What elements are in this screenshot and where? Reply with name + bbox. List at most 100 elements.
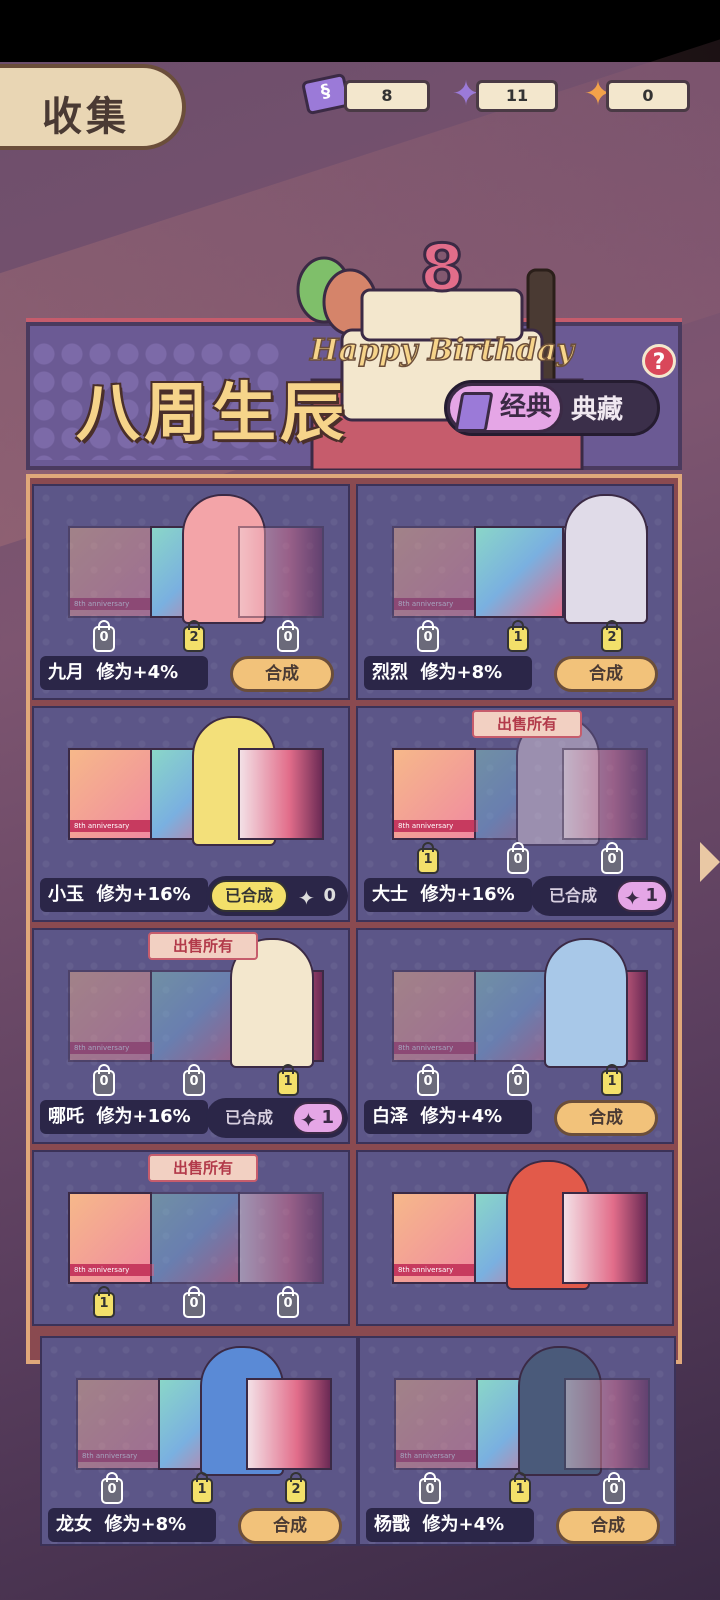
bonus-text: 修为+4% [420, 1106, 503, 1127]
collection-card[interactable]: 8th anniversary 出售所有 0 0 1 哪吒 修为+16% 已合成… [32, 928, 350, 1144]
composed-status: 已合成 ✦ 1 [530, 876, 672, 916]
compose-button[interactable]: 合成 [238, 1508, 342, 1544]
puzzle-piece-2 [150, 494, 266, 624]
puzzle-piece-3 [562, 748, 648, 840]
lock-icon: 1 [93, 1286, 115, 1318]
compose-button[interactable]: 合成 [554, 656, 658, 692]
help-button[interactable]: ? [642, 344, 676, 378]
next-page-arrow-icon[interactable] [700, 842, 720, 882]
card-name: 哪吒 修为+16% [40, 1100, 208, 1134]
card-name: 烈烈 修为+8% [364, 656, 532, 690]
sell-all-button[interactable]: 出售所有 [148, 1154, 258, 1182]
puzzle-piece-3 [544, 938, 648, 1068]
anniversary-strip: 8th anniversary [70, 820, 154, 832]
lock-icon: 1 [417, 842, 439, 874]
piece-count[interactable]: ✦ 1 [616, 880, 668, 912]
puzzle-icon: ✦ [624, 886, 641, 910]
puzzle-piece-3 [238, 748, 324, 840]
puzzle-piece-1: 8th anniversary [68, 1192, 154, 1284]
puzzle-piece-3 [230, 938, 324, 1068]
piece-counter: 0 [100, 1472, 124, 1504]
puzzle-piece-2 [150, 970, 240, 1062]
sell-all-button[interactable]: 出售所有 [472, 710, 582, 738]
puzzle-piece-1: 8th anniversary [392, 526, 478, 618]
piece-counter: 0 [182, 1286, 206, 1318]
piece-counter: 0 [92, 1064, 116, 1096]
character-name: 白泽 [372, 1106, 408, 1127]
lock-icon: 2 [183, 620, 205, 652]
lock-icon: 1 [601, 1064, 623, 1096]
compose-button[interactable]: 合成 [556, 1508, 660, 1544]
puzzle-piece-3 [562, 494, 648, 624]
puzzle-piece-1: 8th anniversary [394, 1378, 480, 1470]
piece-counter: 1 [600, 1064, 624, 1096]
cake-number-text: 8 [420, 232, 465, 306]
lock-icon: 0 [601, 842, 623, 874]
lock-icon: 0 [93, 1064, 115, 1096]
card-name: 龙女 修为+8% [48, 1508, 216, 1542]
anniversary-strip: 8th anniversary [78, 1450, 162, 1462]
piece-counter: 1 [92, 1286, 116, 1318]
collection-card[interactable]: 8th anniversary 0 1 2 龙女 修为+8% 合成 [40, 1336, 358, 1546]
lock-icon: 1 [507, 620, 529, 652]
piece-counter: 0 [602, 1472, 626, 1504]
collection-card[interactable]: 8th anniversary [356, 1150, 674, 1326]
character-name: 大士 [372, 884, 408, 905]
piece-count[interactable]: ✦ 0 [292, 880, 344, 912]
tab-collection[interactable]: 典藏 [571, 389, 623, 426]
puzzle-icon: ✦ [300, 1108, 317, 1132]
collection-card[interactable]: 8th anniversary 出售所有 1 0 0 [32, 1150, 350, 1326]
compose-button[interactable]: 合成 [554, 1100, 658, 1136]
tab-classic[interactable]: 经典 [447, 383, 563, 433]
cake-text: Happy Birthday [309, 333, 576, 368]
piece-count[interactable]: ✦ 1 [292, 1102, 344, 1134]
collection-card[interactable]: 8th anniversary 0 1 0 杨戬 修为+4% 合成 [358, 1336, 676, 1546]
collection-card[interactable]: 8th anniversary 0 2 0 九月 修为+4% 合成 [32, 484, 350, 700]
card-name: 大士 修为+16% [364, 878, 532, 912]
anniversary-strip: 8th anniversary [394, 1264, 478, 1276]
lock-icon: 0 [417, 1064, 439, 1096]
piece-counter: 1 [506, 620, 530, 652]
piece-counter: 1 [416, 842, 440, 874]
lock-icon: 0 [603, 1472, 625, 1504]
piece-counter: 2 [600, 620, 624, 652]
piece-counter: 0 [276, 1286, 300, 1318]
character-name: 杨戬 [374, 1514, 410, 1535]
card-art: 8th anniversary [68, 716, 324, 846]
card-art: 8th anniversary [392, 938, 648, 1068]
piece-counter: 1 [508, 1472, 532, 1504]
puzzle-piece-1: 8th anniversary [392, 748, 478, 840]
collection-card[interactable]: 8th anniversary 0 1 2 烈烈 修为+8% 合成 [356, 484, 674, 700]
piece-count-value: 0 [323, 885, 336, 906]
status-bar [0, 0, 720, 62]
composed-label: 已合成 [210, 880, 288, 912]
collection-card[interactable]: 8th anniversary 0 0 1 白泽 修为+4% 合成 [356, 928, 674, 1144]
compose-button[interactable]: 合成 [230, 656, 334, 692]
card-art: 8th anniversary [392, 1160, 648, 1290]
lock-icon: 0 [419, 1472, 441, 1504]
bonus-text: 修为+16% [96, 884, 191, 905]
lock-icon: 0 [417, 620, 439, 652]
piece-counter: 1 [190, 1472, 214, 1504]
piece-counter: 1 [276, 1064, 300, 1096]
lock-icon: 1 [191, 1472, 213, 1504]
card-art: 8th anniversary [68, 494, 324, 624]
puzzle-piece-3 [246, 1378, 332, 1470]
sell-all-button[interactable]: 出售所有 [148, 932, 258, 960]
edition-toggle: 经典 典藏 [444, 380, 660, 436]
puzzle-piece-2 [150, 1192, 240, 1284]
page-title: 收集 [42, 94, 130, 140]
puzzle-piece-3 [562, 1192, 648, 1284]
lock-icon: 0 [183, 1286, 205, 1318]
piece-count-value: 1 [321, 1107, 334, 1128]
card-art: 8th anniversary [392, 494, 648, 624]
orange-piece-count: 0 [606, 80, 690, 112]
purple-piece-count: 11 [476, 80, 558, 112]
collection-card[interactable]: 8th anniversary 小玉 修为+16% 已合成 ✦ 0 [32, 706, 350, 922]
puzzle-piece-3 [238, 526, 324, 618]
composed-label: 已合成 [548, 886, 597, 905]
bonus-text: 修为+16% [96, 1106, 191, 1127]
collection-card[interactable]: 8th anniversary 出售所有 1 0 0 大士 修为+16% 已合成… [356, 706, 674, 922]
card-art: 8th anniversary [392, 716, 648, 846]
card-name: 小玉 修为+16% [40, 878, 208, 912]
